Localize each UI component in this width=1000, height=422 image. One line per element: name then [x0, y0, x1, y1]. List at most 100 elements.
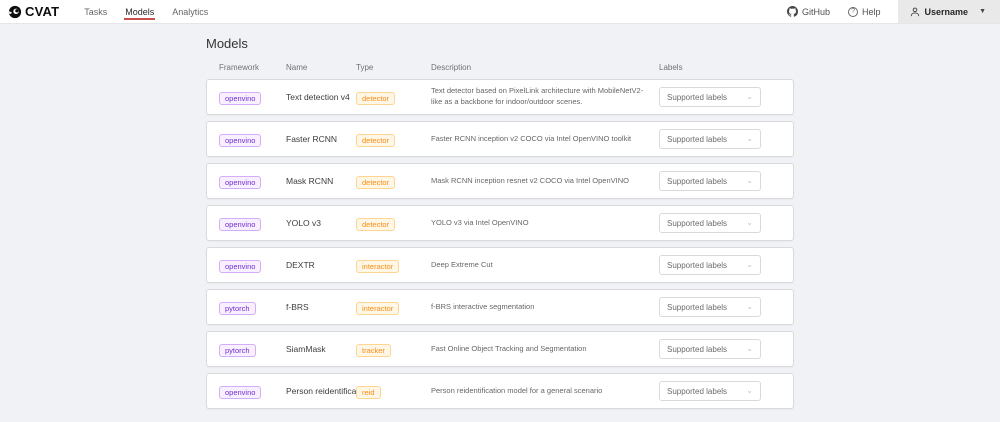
model-type-cell: detector [356, 88, 431, 106]
model-labels-cell: Supported labels ⌄ [659, 255, 781, 275]
model-row: pytorch f-BRS interactor f-BRS interacti… [206, 289, 794, 325]
type-tag: interactor [356, 260, 399, 273]
github-label: GitHub [802, 7, 830, 17]
cvat-logo-text: CVAT [25, 4, 59, 19]
type-tag: reid [356, 386, 381, 399]
help-label: Help [862, 7, 881, 17]
chevron-down-icon: ▼ [979, 8, 986, 15]
model-name: Mask RCNN [286, 176, 356, 186]
type-tag: detector [356, 218, 395, 231]
model-description: Faster RCNN inception v2 COCO via Intel … [431, 134, 659, 145]
model-labels-cell: Supported labels ⌄ [659, 213, 781, 233]
model-framework-cell: openvino [219, 130, 286, 148]
model-description: YOLO v3 via Intel OpenVINO [431, 218, 659, 229]
model-description: Mask RCNN inception resnet v2 COCO via I… [431, 176, 659, 187]
supported-labels-select[interactable]: Supported labels ⌄ [659, 297, 761, 317]
model-framework-cell: openvino [219, 214, 286, 232]
column-header-framework: Framework [219, 63, 286, 72]
user-menu[interactable]: Username ▼ [898, 0, 1000, 23]
help-link[interactable]: ? Help [839, 0, 890, 23]
model-labels-cell: Supported labels ⌄ [659, 297, 781, 317]
supported-labels-select[interactable]: Supported labels ⌄ [659, 213, 761, 233]
user-icon [910, 7, 920, 17]
model-list: openvino Text detection v4 detector Text… [206, 79, 794, 409]
model-labels-cell: Supported labels ⌄ [659, 381, 781, 401]
nav-item-analytics[interactable]: Analytics [163, 0, 217, 23]
supported-labels-select[interactable]: Supported labels ⌄ [659, 339, 761, 359]
model-description: Text detector based on PixelLink archite… [431, 86, 659, 108]
supported-labels-select[interactable]: Supported labels ⌄ [659, 87, 761, 107]
model-type-cell: detector [356, 130, 431, 148]
supported-labels-placeholder: Supported labels [667, 345, 727, 354]
framework-tag: pytorch [219, 302, 256, 315]
navbar-left: CVAT Tasks Models Analytics [8, 0, 217, 23]
chevron-down-icon: ⌄ [746, 387, 753, 395]
supported-labels-placeholder: Supported labels [667, 177, 727, 186]
column-header-type: Type [356, 63, 431, 72]
model-framework-cell: openvino [219, 382, 286, 400]
cvat-logo[interactable]: CVAT [8, 4, 59, 19]
model-name: SiamMask [286, 344, 356, 354]
model-type-cell: detector [356, 214, 431, 232]
supported-labels-select[interactable]: Supported labels ⌄ [659, 381, 761, 401]
model-type-cell: tracker [356, 340, 431, 358]
column-header-labels: Labels [659, 63, 781, 72]
model-type-cell: detector [356, 172, 431, 190]
supported-labels-placeholder: Supported labels [667, 387, 727, 396]
chevron-down-icon: ⌄ [746, 345, 753, 353]
model-framework-cell: pytorch [219, 340, 286, 358]
supported-labels-placeholder: Supported labels [667, 219, 727, 228]
model-row: pytorch SiamMask tracker Fast Online Obj… [206, 331, 794, 367]
supported-labels-placeholder: Supported labels [667, 261, 727, 270]
username-label: Username [925, 7, 969, 17]
model-framework-cell: openvino [219, 88, 286, 106]
model-row: openvino Mask RCNN detector Mask RCNN in… [206, 163, 794, 199]
framework-tag: openvino [219, 218, 261, 231]
supported-labels-placeholder: Supported labels [667, 93, 727, 102]
supported-labels-select[interactable]: Supported labels ⌄ [659, 129, 761, 149]
model-labels-cell: Supported labels ⌄ [659, 339, 781, 359]
type-tag: detector [356, 92, 395, 105]
model-row: openvino DEXTR interactor Deep Extreme C… [206, 247, 794, 283]
model-type-cell: interactor [356, 256, 431, 274]
model-row: openvino Person reidentificati... reid P… [206, 373, 794, 409]
column-header-description: Description [431, 63, 659, 72]
model-labels-cell: Supported labels ⌄ [659, 171, 781, 191]
model-framework-cell: openvino [219, 172, 286, 190]
type-tag: detector [356, 176, 395, 189]
chevron-down-icon: ⌄ [746, 93, 753, 101]
type-tag: tracker [356, 344, 391, 357]
model-name: DEXTR [286, 260, 356, 270]
page-title: Models [206, 36, 794, 51]
chevron-down-icon: ⌄ [746, 135, 753, 143]
type-tag: interactor [356, 302, 399, 315]
chevron-down-icon: ⌄ [746, 219, 753, 227]
nav-item-models[interactable]: Models [116, 0, 163, 23]
framework-tag: openvino [219, 176, 261, 189]
supported-labels-select[interactable]: Supported labels ⌄ [659, 255, 761, 275]
model-name: Person reidentificati... [286, 386, 356, 396]
models-content: Models Framework Name Type Description L… [206, 36, 794, 409]
help-icon: ? [848, 7, 858, 17]
top-navbar: CVAT Tasks Models Analytics GitHub ? Hel… [0, 0, 1000, 24]
type-tag: detector [356, 134, 395, 147]
supported-labels-select[interactable]: Supported labels ⌄ [659, 171, 761, 191]
column-header-name: Name [286, 63, 356, 72]
nav-item-tasks[interactable]: Tasks [75, 0, 116, 23]
model-row: openvino YOLO v3 detector YOLO v3 via In… [206, 205, 794, 241]
github-icon [787, 6, 798, 17]
github-link[interactable]: GitHub [778, 0, 839, 23]
model-framework-cell: pytorch [219, 298, 286, 316]
chevron-down-icon: ⌄ [746, 177, 753, 185]
chevron-down-icon: ⌄ [746, 303, 753, 311]
framework-tag: openvino [219, 260, 261, 273]
model-type-cell: reid [356, 382, 431, 400]
model-row: openvino Text detection v4 detector Text… [206, 79, 794, 115]
models-page: Models Framework Name Type Description L… [0, 24, 1000, 409]
model-name: Text detection v4 [286, 92, 356, 102]
column-headers: Framework Name Type Description Labels [206, 63, 794, 72]
cvat-logo-icon [8, 5, 22, 19]
model-row: openvino Faster RCNN detector Faster RCN… [206, 121, 794, 157]
chevron-down-icon: ⌄ [746, 261, 753, 269]
framework-tag: pytorch [219, 344, 256, 357]
